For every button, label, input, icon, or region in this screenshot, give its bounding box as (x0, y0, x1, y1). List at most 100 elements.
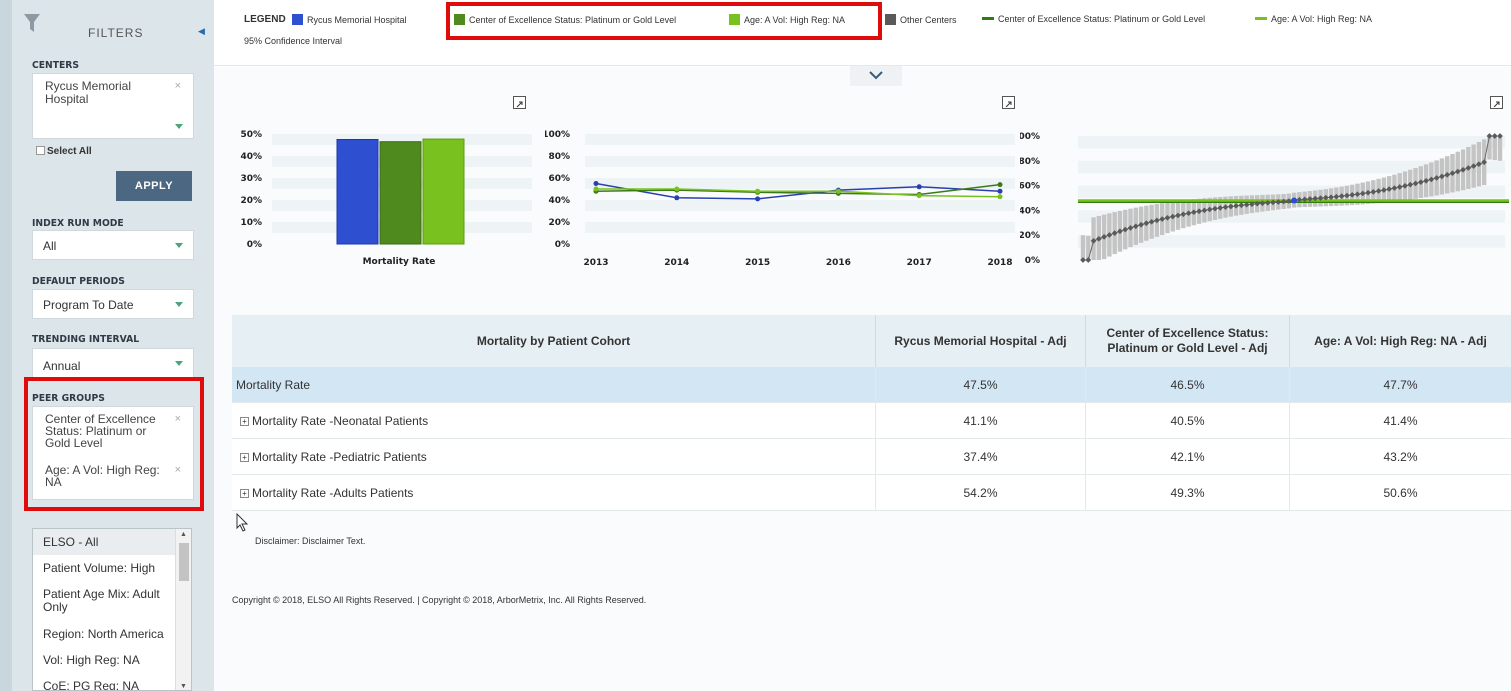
row-value: 46.5% (1086, 367, 1290, 403)
x-tick-label: 2015 (745, 258, 770, 268)
expand-chart-icon[interactable] (513, 96, 526, 109)
expand-row-icon[interactable]: + (240, 416, 249, 426)
chevron-down-icon (869, 71, 883, 80)
row-label-cell: + Mortality Rate -Neonatal Patients (232, 403, 876, 439)
dropdown-option[interactable]: Vol: High Reg: NA (33, 647, 175, 673)
expand-row-icon[interactable]: + (240, 452, 249, 462)
dropdown-option[interactable]: Region: North America (33, 621, 175, 647)
y-tick-label: 100% (545, 130, 570, 140)
row-value: 40.5% (1086, 403, 1290, 439)
legend-bar: LEGEND Rycus Memorial Hospital Center of… (214, 0, 1511, 66)
y-tick-label: 20% (1020, 231, 1040, 241)
trending-interval-label: TRENDING INTERVAL (32, 334, 140, 345)
mouse-cursor-icon (236, 513, 249, 532)
y-tick-label: 80% (548, 152, 570, 162)
table-row[interactable]: + Mortality Rate -Pediatric Patients 37.4… (232, 439, 1511, 475)
row-value: 43.2% (1383, 450, 1418, 464)
grid-band (585, 134, 1015, 145)
confidence-bar (1487, 136, 1492, 160)
y-tick-label: 10% (240, 218, 262, 228)
expand-chart-icon[interactable] (1002, 96, 1015, 109)
highlight-legend (446, 2, 882, 40)
select-all-label: Select All (47, 146, 92, 157)
x-tick-label: 2017 (907, 258, 932, 268)
column-header[interactable]: Mortality by Patient Cohort (232, 315, 876, 367)
dropdown-option[interactable]: Patient Age Mix: Adult Only (33, 585, 175, 619)
select-all-checkbox[interactable]: Select All (36, 146, 92, 157)
x-tick-label: 2013 (583, 258, 608, 268)
data-point (674, 186, 680, 192)
x-tick-label: Mortality Rate (363, 257, 436, 267)
column-header[interactable]: Rycus Memorial Hospital - Adj (876, 315, 1086, 367)
remove-center-icon[interactable]: × (175, 80, 181, 92)
y-tick-label: 40% (1020, 206, 1040, 216)
default-periods-select[interactable]: Program To Date (32, 289, 194, 319)
y-tick-label: 0% (1025, 256, 1040, 266)
chevron-down-icon (175, 361, 183, 366)
collapse-sidebar-icon[interactable]: ◀ (198, 26, 205, 37)
peer-groups-dropdown[interactable]: ELSO - All Patient Volume: High Patient … (32, 528, 192, 691)
column-header[interactable]: Center of Excellence Status: Platinum or… (1086, 315, 1290, 367)
table-row[interactable]: Mortality Rate 47.5% 46.5% 47.7% (232, 367, 1511, 403)
legend-text: Age: A Vol: High Reg: NA (1271, 14, 1373, 24)
scrollbar-thumb[interactable] (179, 543, 189, 581)
legend-item: Center of Excellence Status: Platinum or… (982, 14, 1205, 24)
expand-legend-toggle[interactable] (850, 66, 902, 86)
y-tick-label: 60% (548, 174, 570, 184)
row-value: 41.1% (876, 403, 1086, 439)
scroll-down-icon[interactable]: ▼ (180, 683, 187, 690)
table-row[interactable]: + Mortality Rate -Adults Patients 54.2% 4… (232, 475, 1511, 511)
legend-title: LEGEND (244, 14, 286, 25)
x-tick-label: 2016 (826, 258, 851, 268)
index-run-mode-select[interactable]: All (32, 230, 194, 260)
column-header[interactable]: Age: A Vol: High Reg: NA - Adj (1290, 315, 1511, 367)
confidence-bar (1086, 235, 1091, 260)
centers-select[interactable]: Rycus Memorial Hospital × (32, 73, 194, 139)
y-tick-label: 20% (240, 196, 262, 206)
dropdown-option[interactable]: CoE: PG Reg: NA (33, 673, 175, 690)
data-point (674, 195, 680, 201)
center-tag: Rycus Memorial Hospital (45, 79, 132, 106)
data-point (916, 193, 922, 199)
scroll-up-icon[interactable]: ▲ (180, 531, 187, 538)
legend-item: Age: A Vol: High Reg: NA (1255, 14, 1372, 24)
row-value: 47.5% (876, 367, 1086, 403)
chevron-down-icon[interactable] (175, 124, 183, 129)
sidebar-edge (0, 0, 12, 691)
confidence-bar (1497, 136, 1503, 161)
hospital-point (1291, 197, 1298, 204)
centers-label: CENTERS (32, 60, 80, 71)
data-point (997, 182, 1003, 188)
data-point (593, 186, 599, 192)
grid-band (585, 200, 1015, 211)
table-row[interactable]: + Mortality Rate -Neonatal Patients 41.1%… (232, 403, 1511, 439)
y-tick-label: 0% (555, 240, 570, 250)
x-tick-label: 2018 (987, 258, 1012, 268)
confidence-interval-note: 95% Confidence Interval (244, 36, 343, 46)
expand-row-icon[interactable]: + (240, 488, 249, 498)
trending-interval-select[interactable]: Annual (32, 348, 194, 380)
filters-title: FILTERS (88, 26, 144, 40)
expand-chart-icon[interactable] (1490, 96, 1503, 109)
row-value: 41.4% (1383, 414, 1418, 428)
y-tick-label: 20% (548, 218, 570, 228)
bar (379, 141, 422, 245)
index-run-mode-value: All (43, 239, 57, 253)
row-value: 50.6% (1383, 486, 1418, 500)
data-point (755, 188, 761, 194)
legend-text: Rycus Memorial Hospital (307, 15, 407, 25)
swatch-icon (292, 14, 303, 25)
dropdown-option[interactable]: ELSO - All (33, 529, 175, 555)
chevron-down-icon (175, 243, 183, 248)
y-tick-label: 50% (240, 130, 262, 140)
copyright-text: Copyright © 2018, ELSO All Rights Reserv… (232, 595, 647, 605)
row-value: 49.3% (1086, 475, 1290, 511)
grid-band (585, 222, 1015, 233)
dropdown-option[interactable]: Patient Volume: High (33, 555, 175, 581)
legend-text: Other Centers (900, 15, 957, 25)
line-icon (1255, 17, 1267, 20)
apply-button[interactable]: APPLY (116, 171, 192, 201)
grid-band (1078, 136, 1505, 149)
dropdown-scrollbar[interactable]: ▲ ▼ (175, 529, 191, 690)
funnel-chart: 0% 20% 40% 60% 80% 100% (1020, 132, 1509, 266)
